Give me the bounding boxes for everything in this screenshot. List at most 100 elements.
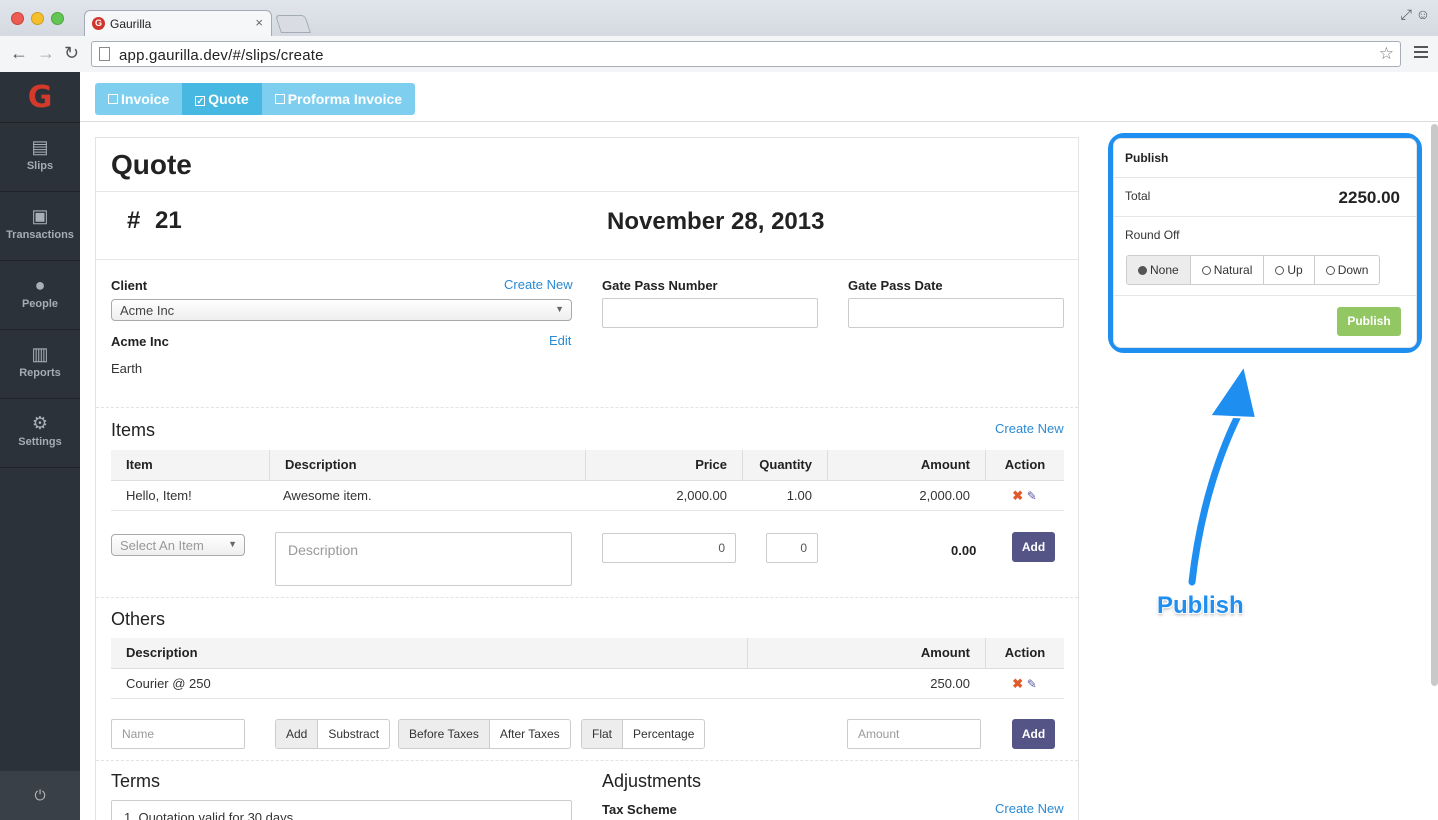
round-option-label: Down (1337, 263, 1369, 277)
percentage-button[interactable]: Percentage (622, 720, 704, 748)
client-label: Client (111, 278, 148, 293)
app-logo[interactable]: G (0, 72, 80, 123)
after-taxes-button[interactable]: After Taxes (488, 720, 570, 748)
minimize-window-button[interactable] (31, 12, 44, 25)
slip-type-bar: Invoice ✓ Quote Proforma Invoice (80, 72, 1438, 122)
annotation-arrow (1186, 365, 1257, 588)
tax-scheme-create-new-link[interactable]: Create New (995, 801, 1064, 816)
terms-text: 1. Quotation valid for 30 days (124, 810, 294, 820)
item-amount: 2,000.00 (919, 488, 970, 503)
logo-g: G (27, 79, 53, 115)
amount-placeholder: Amount (858, 727, 900, 741)
type-quote-button[interactable]: ✓ Quote (182, 83, 262, 115)
sidebar-item-transactions[interactable]: ▣ Transactions (0, 192, 80, 261)
gate-pass-date-label: Gate Pass Date (848, 278, 943, 293)
item-select[interactable]: Select An Item ▼ (111, 534, 245, 556)
publish-button[interactable]: Publish (1337, 307, 1401, 336)
adjustments-title: Adjustments (602, 771, 702, 791)
before-taxes-button[interactable]: Before Taxes (399, 720, 489, 748)
browser-tab[interactable]: G Gaurilla × (84, 10, 272, 36)
gate-pass-number-input[interactable] (602, 298, 818, 328)
add-item-button[interactable]: Add (1012, 532, 1055, 562)
browser-chrome: G Gaurilla × ⤢ ☺ ← → ↻ app.gaurilla.dev/… (0, 0, 1438, 72)
doc-date[interactable]: November 28, 2013 (607, 208, 824, 236)
mode-toggle: Flat Percentage (581, 719, 706, 749)
type-label: Quote (208, 91, 249, 107)
radio-icon (1325, 266, 1335, 275)
other-description: Courier @ 250 (126, 676, 211, 691)
bookmark-star-icon[interactable]: ☆ (1379, 44, 1394, 64)
fullscreen-icon[interactable]: ⤢ ☺ (1401, 6, 1430, 23)
item-quantity-input[interactable]: 0 (766, 533, 818, 563)
divider (1114, 177, 1416, 178)
sidebar-item-label: Settings (18, 436, 62, 448)
sidebar-item-people[interactable]: ● People (0, 261, 80, 330)
address-bar[interactable]: app.gaurilla.dev/#/slips/create ☆ (91, 41, 1401, 67)
edit-pencil-icon[interactable]: ✎ (1027, 677, 1037, 691)
others-title: Others (111, 609, 166, 629)
client-select[interactable]: Acme Inc ▼ (111, 299, 572, 321)
sidebar: G ▤ Slips ▣ Transactions ● People ▥ Repo… (0, 72, 80, 820)
flat-button[interactable]: Flat (582, 720, 623, 748)
round-natural-option[interactable]: Natural (1189, 256, 1264, 284)
new-item-amount: 0.00 (951, 543, 977, 558)
delete-icon[interactable]: ✖ (1012, 488, 1023, 503)
col-item: Item (126, 457, 153, 472)
other-name-input[interactable]: Name (111, 719, 245, 749)
item-price-input[interactable]: 0 (602, 533, 736, 563)
terms-title: Terms (111, 771, 160, 791)
doc-number: # 21 (127, 207, 182, 234)
browser-toolbar: ← → ↻ app.gaurilla.dev/#/slips/create ☆ (0, 36, 1438, 72)
type-proforma-button[interactable]: Proforma Invoice (261, 83, 416, 115)
publish-panel: Publish Total 2250.00 Round Off None Nat… (1113, 138, 1417, 348)
forward-icon[interactable]: → (37, 43, 55, 63)
item-description-input[interactable]: Description (275, 532, 572, 586)
others-table-header: Description Amount Action (111, 638, 1064, 669)
page-title: Quote (111, 149, 192, 180)
power-icon[interactable]: ⏻ (0, 771, 80, 820)
op-substract-button[interactable]: Substract (317, 720, 389, 748)
sidebar-item-label: Slips (26, 160, 54, 172)
browser-menu-icon[interactable] (1414, 46, 1428, 61)
new-tab-button[interactable] (275, 15, 311, 33)
client-edit-link[interactable]: Edit (549, 333, 571, 348)
terms-textarea[interactable]: 1. Quotation valid for 30 days (111, 800, 572, 820)
page-scrollbar[interactable] (1431, 124, 1438, 686)
back-icon[interactable]: ← (10, 43, 28, 63)
url-text[interactable]: app.gaurilla.dev/#/slips/create (119, 47, 324, 64)
tab-close-icon[interactable]: × (255, 15, 263, 30)
round-up-option[interactable]: Up (1263, 256, 1313, 284)
round-option-label: Natural (1213, 263, 1253, 277)
sidebar-item-reports[interactable]: ▥ Reports (0, 330, 80, 399)
report-icon: ▥ (31, 344, 49, 364)
sidebar-item-label: People (21, 298, 59, 310)
col-amount: Amount (827, 450, 985, 480)
items-create-new-link[interactable]: Create New (995, 421, 1064, 436)
divider (96, 407, 1078, 408)
items-table: Item Description Price Quantity Amount A… (111, 450, 1064, 511)
sidebar-item-settings[interactable]: ⚙ Settings (0, 399, 80, 468)
other-amount-input[interactable]: Amount (847, 719, 981, 749)
edit-pencil-icon[interactable]: ✎ (1027, 489, 1037, 503)
zoom-window-button[interactable] (51, 12, 64, 25)
chevron-down-icon: ▼ (228, 539, 237, 549)
col-description: Description (269, 450, 585, 480)
gate-pass-date-input[interactable] (848, 298, 1064, 328)
tax-timing-toggle: Before Taxes After Taxes (398, 719, 571, 749)
sidebar-item-slips[interactable]: ▤ Slips (0, 123, 80, 192)
reload-icon[interactable]: ↻ (64, 43, 79, 63)
delete-icon[interactable]: ✖ (1012, 676, 1023, 691)
round-down-option[interactable]: Down (1313, 256, 1380, 284)
col-amount: Amount (747, 638, 985, 668)
type-invoice-button[interactable]: Invoice (95, 83, 183, 115)
slip-type-group: Invoice ✓ Quote Proforma Invoice (95, 83, 416, 115)
close-window-button[interactable] (11, 12, 24, 25)
op-add-button[interactable]: Add (276, 720, 318, 748)
annotation-label: Publish (1157, 592, 1244, 619)
gear-icon: ⚙ (31, 413, 49, 433)
client-create-new-link[interactable]: Create New (504, 277, 573, 292)
add-other-button[interactable]: Add (1012, 719, 1055, 749)
divider (96, 597, 1078, 598)
round-none-option[interactable]: None (1127, 256, 1190, 284)
total-value: 2250.00 (1338, 188, 1400, 207)
